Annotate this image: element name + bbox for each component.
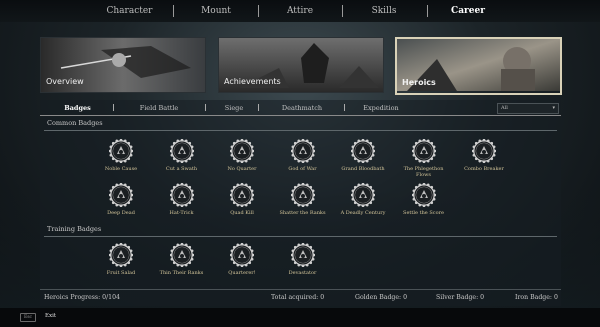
badge-cut-a-swath[interactable]: Cut a Swath [155,139,209,172]
badge-name: Combo Breaker [464,166,504,172]
section-title-common-badges: Common Badges [47,119,103,127]
banner-overview-label: Overview [46,77,84,86]
badge-medal-icon [169,139,194,163]
badge-medal-icon [411,139,436,163]
section-divider [44,130,557,131]
golden-badge-count: Golden Badge: 0 [355,294,408,301]
badge-hat-trick[interactable]: Hat-Trick [155,183,209,216]
badge-medal-icon [169,183,194,207]
badge-name: No Quarter [227,166,257,172]
badge-medal-icon [411,183,436,207]
subtab-siege[interactable]: Siege [210,101,258,115]
badge-name: Deep Dead [107,210,135,216]
total-acquired: Total acquired: 0 [271,294,325,301]
badge-medal-icon [109,183,133,207]
badge-no-quarter[interactable]: No Quarter [215,139,269,172]
badge-name: Settle the Score [403,210,444,216]
banner-achievements[interactable]: Achievements [218,37,384,93]
section-title-training-badges: Training Badges [47,225,102,233]
badge-shatter-the-ranks[interactable]: Shatter the Ranks [276,183,330,216]
tab-skills[interactable]: Skills [348,0,420,22]
badge-medal-icon [290,183,315,207]
subtab-badges[interactable]: Badges [50,101,105,115]
badge-medal-icon [230,139,254,163]
badge-name: Quad Kill [230,210,254,216]
tab-mount[interactable]: Mount [180,0,252,22]
badge-quad-kill[interactable]: Quad Kill [215,183,269,216]
subtab-field-battle[interactable]: Field Battle [120,101,198,115]
badge-name: Fruit Salad [106,270,136,276]
subtab-expedition[interactable]: Expedition [345,101,417,115]
silver-badge-count: Silver Badge: 0 [436,294,485,301]
tab-separator [173,5,174,17]
badge-medal-icon [109,243,133,267]
badge-name: God of War [288,166,317,172]
badge-devastator[interactable]: Devastator [276,243,330,276]
tab-attire[interactable]: Attire [264,0,336,22]
sub-tabs: Badges Field Battle Siege Deathmatch Exp… [40,101,561,115]
badge-name: Noble Cause [104,166,138,172]
section-divider [44,236,557,237]
badge-a-deadly-century[interactable]: A Deadly Century [336,183,390,216]
tab-character[interactable]: Character [92,0,167,22]
exit-button[interactable]: Exit [45,313,56,319]
badge-deep-dead[interactable]: Deep Dead [94,183,148,216]
tab-separator [427,5,428,17]
badge-filter-value: All [501,105,508,111]
banner-heroics-label: Heroics [402,78,436,87]
badge-medal-icon [230,183,254,207]
badge-quarterer[interactable]: Quarterer! [215,243,269,276]
bottom-bar [0,308,600,327]
top-navigation: Character Mount Attire Skills Career [0,0,600,22]
banner-overview[interactable]: Overview [40,37,206,93]
tab-separator [258,5,259,17]
badge-god-of-war[interactable]: God of War [276,139,330,172]
badge-name: Hat-Trick [169,210,194,216]
subtab-underline [40,115,561,116]
badge-medal-icon [230,243,254,267]
chevron-down-icon: ▾ [552,105,555,111]
badge-medal-icon [290,243,315,267]
badge-fruit-salad[interactable]: Fruit Salad [94,243,148,276]
badge-the-phlegethon-flows[interactable]: The Phlegethon Flows [397,139,451,178]
badge-medal-icon [290,139,315,163]
banner-achievements-label: Achievements [224,77,281,86]
badge-name: Grand Bloodbath [341,166,385,172]
heroics-progress: Heroics Progress: 0/104 [44,294,120,301]
badge-name: Quarterer! [228,270,256,276]
badge-name: A Deadly Century [340,210,386,216]
badge-name: Shatter the Ranks [279,210,326,216]
subtab-deathmatch[interactable]: Deathmatch [262,101,342,115]
badge-medal-icon [351,183,375,207]
badge-medal-icon [351,139,375,163]
footer-divider [40,289,561,290]
badge-filter-dropdown[interactable]: All ▾ [497,103,559,114]
badge-combo-breaker[interactable]: Combo Breaker [457,139,511,172]
badge-noble-cause[interactable]: Noble Cause [94,139,148,172]
subtab-separator [205,104,206,111]
banner-heroics[interactable]: Heroics [395,37,562,95]
badge-name: Devastator [288,270,317,276]
iron-badge-count: Iron Badge: 0 [515,294,558,301]
tab-career[interactable]: Career [432,0,504,22]
tab-separator [342,5,343,17]
badge-grand-bloodbath[interactable]: Grand Bloodbath [336,139,390,172]
badge-medal-icon [472,139,496,163]
badge-thin-their-ranks[interactable]: Thin Their Ranks [155,243,209,276]
badge-name: Thin Their Ranks [159,270,204,276]
subtab-separator [258,104,259,111]
badge-name: Cut a Swath [165,166,198,172]
esc-key-hint: Esc [20,313,36,322]
badge-medal-icon [169,243,194,267]
subtab-separator [113,104,114,111]
badge-medal-icon [109,139,133,163]
badge-name: The Phlegethon Flows [403,166,444,178]
badge-settle-the-score[interactable]: Settle the Score [397,183,451,216]
